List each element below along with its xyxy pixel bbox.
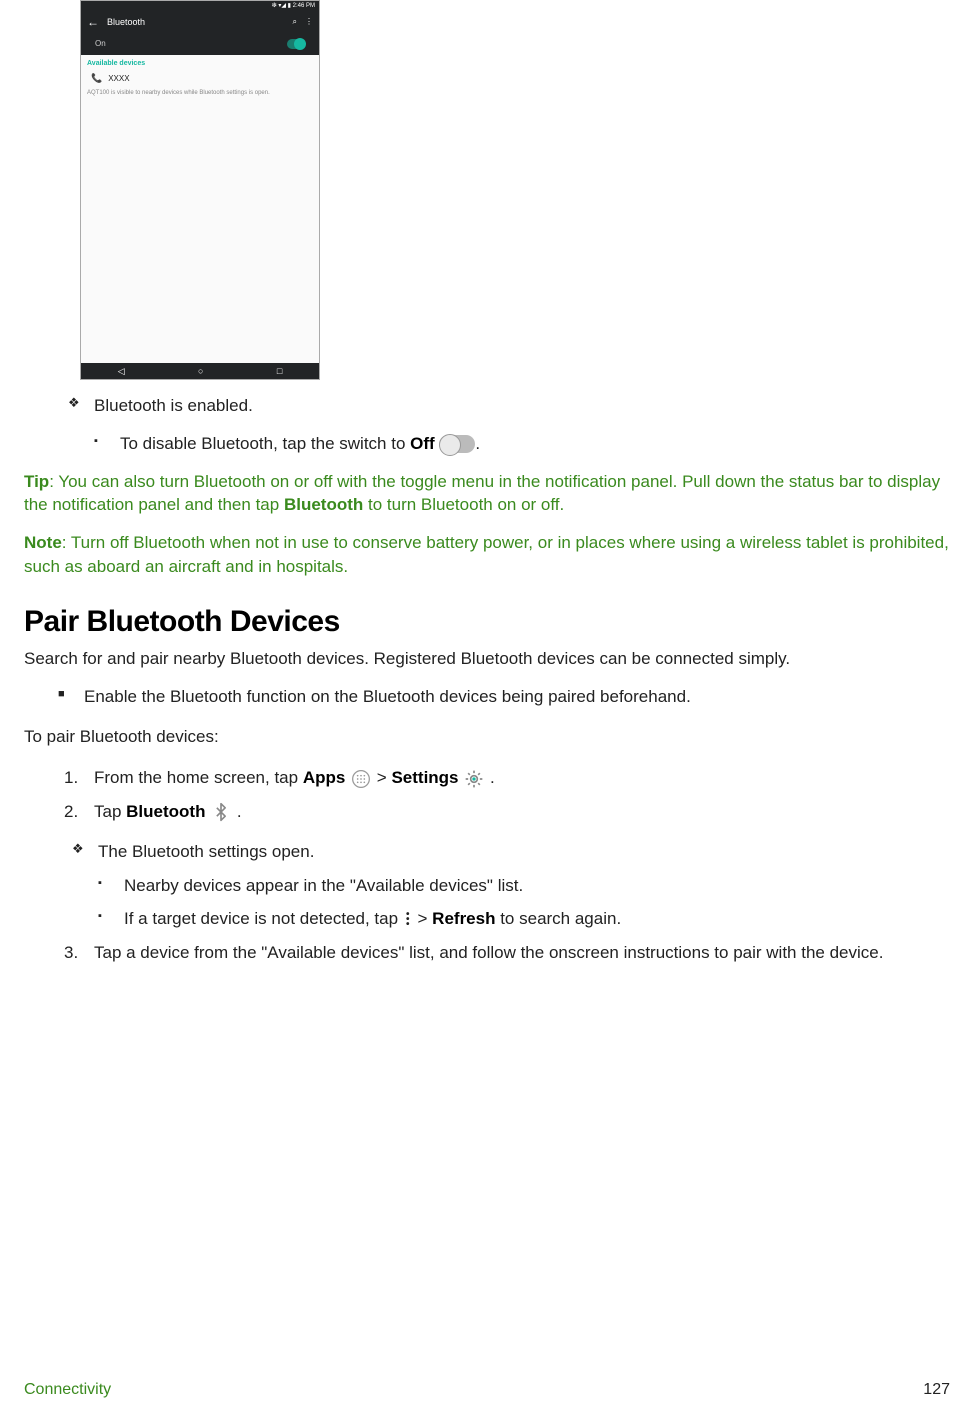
settings-gear-icon [463, 769, 485, 789]
page-number: 127 [923, 1379, 950, 1401]
nav-recent-icon: □ [277, 365, 282, 378]
apps-icon [350, 769, 372, 789]
search-icon: ⌕ [293, 16, 297, 27]
lead-paragraph: Search for and pair nearby Bluetooth dev… [24, 647, 950, 671]
result-bullet: Bluetooth is enabled. [94, 394, 950, 418]
device-row: 📞 XXXX [87, 69, 313, 88]
bold-refresh: Refresh [432, 909, 495, 928]
step-3: Tap a device from the "Available devices… [94, 941, 950, 965]
available-devices-header: Available devices [87, 59, 313, 69]
toggle-label: On [95, 38, 106, 49]
bold-apps: Apps [303, 768, 346, 787]
sub-bullet: To disable Bluetooth, tap the switch to … [120, 432, 950, 456]
bluetooth-icon [210, 802, 232, 822]
tip-paragraph: Tip: You can also turn Bluetooth on or o… [24, 470, 950, 518]
nav-back-icon: ◁ [118, 365, 125, 378]
status-bar: ❇ ▾◢ ▮ 2:46 PM [81, 1, 319, 11]
note-label: Note [24, 533, 62, 552]
device-name: XXXX [108, 73, 129, 84]
section-heading: Pair Bluetooth Devices [24, 601, 950, 643]
screen-title: Bluetooth [107, 16, 285, 29]
step-2-result: The Bluetooth settings open. [98, 840, 950, 864]
visibility-note: AQT100 is visible to nearby devices whil… [87, 87, 313, 99]
note-paragraph: Note: Turn off Bluetooth when not in use… [24, 531, 950, 579]
bold-bluetooth: Bluetooth [284, 495, 363, 514]
text-span: From the home screen, tap [94, 768, 303, 787]
text-span: . [485, 768, 494, 787]
back-arrow-icon: ← [87, 14, 99, 31]
phone-icon: 📞 [91, 72, 102, 85]
toggle-off-icon [439, 435, 475, 453]
android-nav-bar: ◁ ○ □ [81, 363, 319, 379]
more-vert-icon: ••• [403, 912, 413, 927]
footer-section: Connectivity [24, 1379, 111, 1401]
text-span: > [377, 768, 392, 787]
more-vert-icon: ⋮ [305, 16, 313, 27]
bluetooth-toggle-row: On [81, 33, 319, 55]
text-span: to turn Bluetooth on or off. [363, 495, 564, 514]
bold-off: Off [410, 434, 435, 453]
text-span: If a target device is not detected, tap [124, 909, 403, 928]
text-span: to search again. [495, 909, 621, 928]
step-1: From the home screen, tap Apps > Setting… [94, 766, 950, 790]
tip-label: Tip [24, 472, 49, 491]
intro-text: To pair Bluetooth devices: [24, 725, 950, 749]
text-span: : Turn off Bluetooth when not in use to … [24, 533, 949, 576]
text-span: . [232, 802, 241, 821]
bluetooth-settings-screenshot: ❇ ▾◢ ▮ 2:46 PM ← Bluetooth ⌕ ⋮ On Availa… [80, 0, 320, 380]
bold-settings: Settings [391, 768, 458, 787]
toggle-switch-on-icon [287, 39, 305, 49]
text-span: . [475, 434, 480, 453]
app-title-bar: ← Bluetooth ⌕ ⋮ [81, 11, 319, 33]
step-2-sub1: Nearby devices appear in the "Available … [124, 874, 950, 898]
page-footer: Connectivity 127 [24, 1379, 950, 1401]
prerequisite-bullet: Enable the Bluetooth function on the Blu… [84, 685, 950, 709]
text-span: > [413, 909, 432, 928]
step-2-sub2: If a target device is not detected, tap … [124, 907, 950, 931]
step-2: Tap Bluetooth . The Bluetooth settings o… [94, 800, 950, 931]
bold-bluetooth: Bluetooth [126, 802, 205, 821]
text-span: To disable Bluetooth, tap the switch to [120, 434, 410, 453]
nav-home-icon: ○ [198, 365, 203, 378]
text-span: Tap [94, 802, 126, 821]
